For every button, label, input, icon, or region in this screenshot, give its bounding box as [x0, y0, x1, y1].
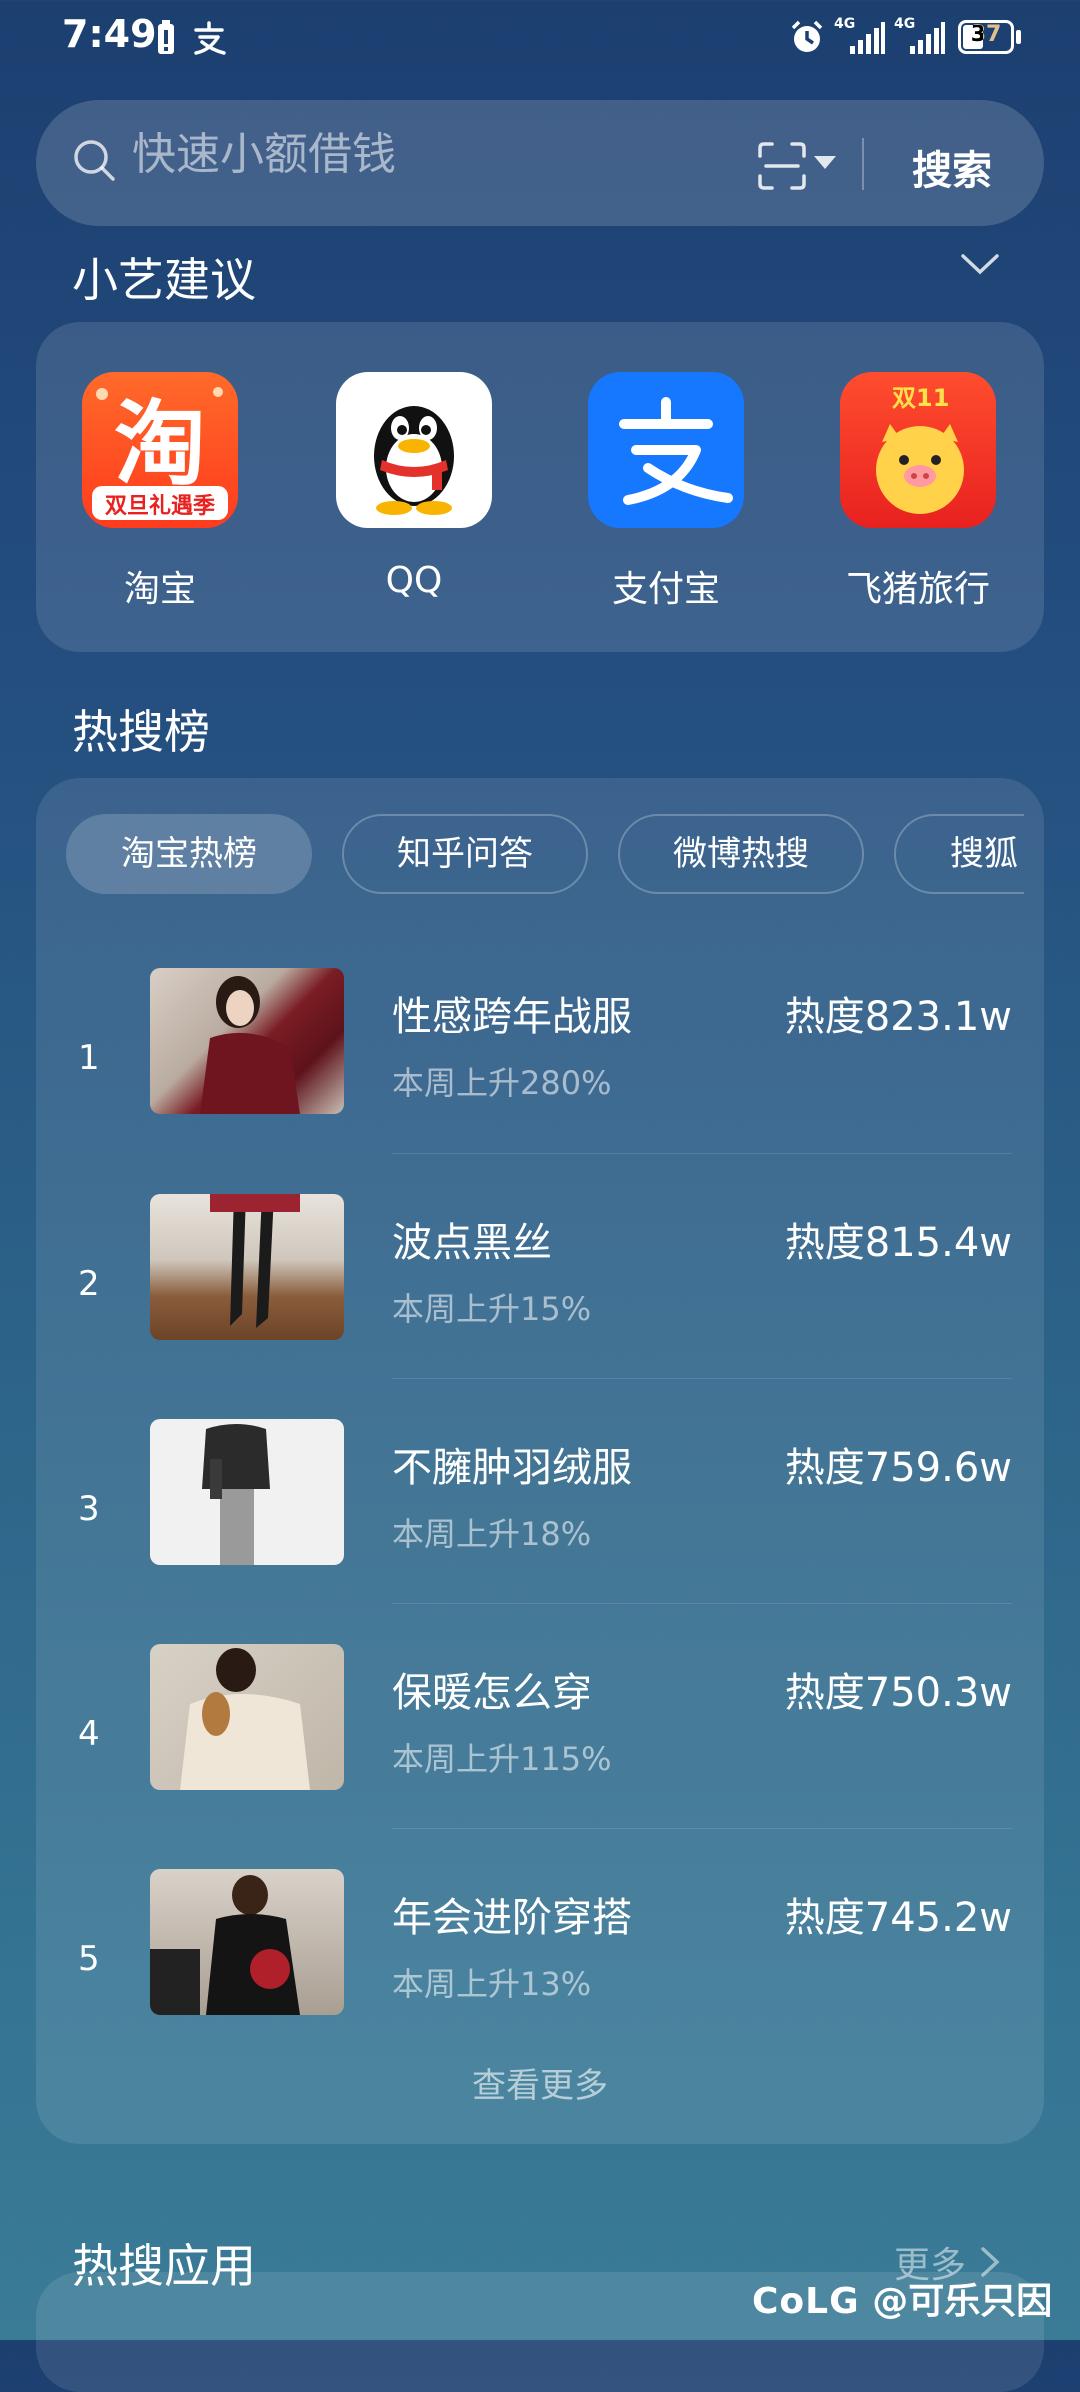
qq-icon[interactable]	[336, 372, 492, 528]
alipay-icon[interactable]	[588, 372, 744, 528]
item-heat: 热度750.3w	[784, 1670, 1012, 1716]
search-button[interactable]: 搜索	[912, 138, 992, 196]
tab-weibo[interactable]: 微博热搜	[618, 814, 864, 894]
svg-text:淘: 淘	[114, 391, 206, 498]
rank-number: 4	[78, 1714, 100, 1754]
item-thumbnail	[150, 1869, 344, 2015]
view-more-link[interactable]: 查看更多	[36, 2058, 1044, 2107]
item-heat: 热度815.4w	[784, 1220, 1012, 1266]
row-divider	[392, 1153, 1012, 1154]
rank-number: 3	[78, 1489, 100, 1529]
rank-number: 5	[78, 1939, 100, 1979]
item-title: 波点黑丝	[392, 1220, 552, 1266]
scan-icon[interactable]	[756, 140, 808, 192]
item-title: 性感跨年战服	[392, 994, 632, 1040]
status-bar: 7:49 4G 4G 37	[0, 0, 1080, 80]
hot-search-title: 热搜榜	[72, 705, 210, 759]
app-label-alipay[interactable]: 支付宝	[551, 560, 781, 612]
taobao-badge: 双旦礼遇季	[104, 494, 215, 519]
app-label-fliggy[interactable]: 飞猪旅行	[803, 560, 1033, 612]
battery-level: 37	[970, 22, 1002, 47]
hot-item[interactable]: 2 波点黑丝 本周上升15% 热度815.4w	[66, 1194, 1012, 1394]
item-thumbnail	[150, 1194, 344, 1340]
watermark-logo: CoLG	[752, 2281, 860, 2322]
app-label-taobao[interactable]: 淘宝	[45, 560, 275, 612]
xiaoyi-title: 小艺建议	[72, 253, 256, 307]
item-title: 年会进阶穿搭	[392, 1895, 632, 1941]
tab-sohu[interactable]: 搜狐	[894, 814, 1024, 894]
item-trend: 本周上升115%	[392, 1740, 612, 1778]
item-trend: 本周上升18%	[392, 1515, 592, 1553]
chevron-down-icon[interactable]	[960, 252, 1000, 276]
hot-item[interactable]: 1 性感跨年战服 本周上升280% 热度823.1w	[66, 968, 1012, 1168]
rank-number: 1	[78, 1038, 100, 1078]
signal-icon-2	[910, 22, 945, 54]
tab-zhihu[interactable]: 知乎问答	[342, 814, 588, 894]
item-heat: 热度823.1w	[784, 994, 1012, 1040]
rank-number: 2	[78, 1264, 100, 1304]
hot-item[interactable]: 4 保暖怎么穿 本周上升115% 热度750.3w	[66, 1644, 1012, 1844]
hot-item[interactable]: 5 年会进阶穿搭 本周上升13% 热度745.2w	[66, 1869, 1012, 2069]
item-heat: 热度745.2w	[784, 1895, 1012, 1941]
battery-icon: 37	[958, 20, 1014, 54]
fliggy-badge: 双11	[892, 384, 950, 412]
hot-item[interactable]: 3 不臃肿羽绒服 本周上升18% 热度759.6w	[66, 1419, 1012, 1619]
item-thumbnail	[150, 1644, 344, 1790]
taobao-icon[interactable]: 淘 双旦礼遇季	[82, 372, 238, 528]
scan-dropdown-icon[interactable]	[814, 156, 836, 169]
row-divider	[392, 1378, 1012, 1379]
item-thumbnail	[150, 968, 344, 1114]
item-title: 保暖怎么穿	[392, 1670, 592, 1716]
hot-tabs: 淘宝热榜 知乎问答 微博热搜 搜狐	[66, 814, 1024, 900]
item-title: 不臃肿羽绒服	[392, 1445, 632, 1491]
item-trend: 本周上升15%	[392, 1290, 592, 1328]
item-thumbnail	[150, 1419, 344, 1565]
alarm-icon	[791, 20, 823, 52]
search-icon	[74, 140, 115, 181]
status-time: 7:49	[62, 12, 157, 56]
watermark: CoLG @可乐只因	[752, 2272, 1052, 2324]
item-trend: 本周上升280%	[392, 1064, 612, 1102]
row-divider	[392, 1603, 1012, 1604]
battery-saver-icon	[158, 20, 174, 54]
row-divider	[392, 1828, 1012, 1829]
search-divider	[862, 138, 864, 190]
watermark-user: @可乐只因	[872, 2281, 1053, 2322]
item-heat: 热度759.6w	[784, 1445, 1012, 1491]
app-label-qq[interactable]: QQ	[299, 560, 529, 601]
search-input[interactable]: 快速小额借钱	[132, 118, 396, 182]
tab-taobao[interactable]: 淘宝热榜	[66, 814, 312, 894]
item-trend: 本周上升13%	[392, 1965, 592, 2003]
fliggy-icon[interactable]: 双11	[840, 372, 996, 528]
battery-tip	[1016, 30, 1021, 44]
signal-icon-1	[850, 22, 885, 54]
alipay-status-icon	[194, 21, 226, 55]
